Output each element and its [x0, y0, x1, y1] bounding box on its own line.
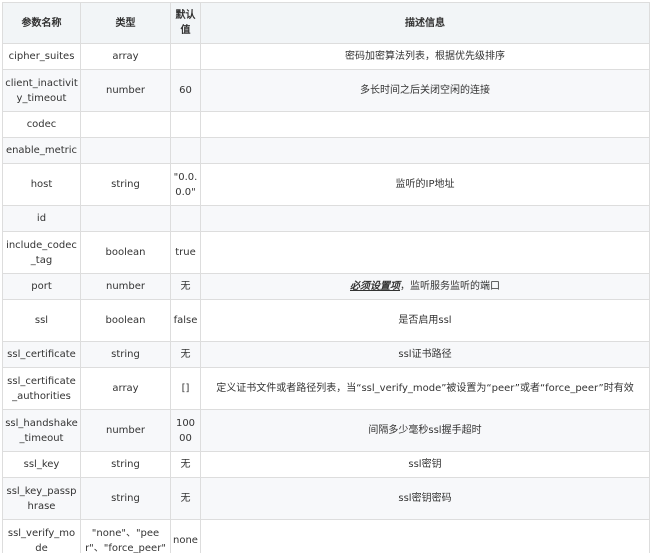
- param-type: "none"、"peer"、"force_peer": [80, 519, 171, 553]
- param-name: ssl_key: [2, 451, 81, 478]
- param-default: [170, 205, 201, 232]
- param-default: "0.0.0.0": [170, 163, 201, 206]
- param-description: [200, 519, 650, 553]
- table-row: cipher_suites array 密码加密算法列表，根据优先级排序: [2, 43, 650, 70]
- param-type: [80, 205, 171, 232]
- param-type: string: [80, 163, 171, 206]
- param-description: [200, 137, 650, 164]
- param-description: ssl密钥: [200, 451, 650, 478]
- param-description: 密码加密算法列表，根据优先级排序: [200, 43, 650, 70]
- param-name: cipher_suites: [2, 43, 81, 70]
- param-default: none: [170, 519, 201, 553]
- param-default: 无: [170, 451, 201, 478]
- table-row: client_inactivity_timeout number 60 多长时间…: [2, 69, 650, 112]
- table-row: ssl_certificate_authorities array [] 定义证…: [2, 367, 650, 410]
- param-name: ssl_certificate_authorities: [2, 367, 81, 410]
- param-description: [200, 231, 650, 274]
- param-name: codec: [2, 111, 81, 138]
- param-type: string: [80, 341, 171, 368]
- param-name: client_inactivity_timeout: [2, 69, 81, 112]
- param-description: ssl证书路径: [200, 341, 650, 368]
- param-default: true: [170, 231, 201, 274]
- table-row: ssl_key_passphrase string 无 ssl密钥密码: [2, 477, 650, 520]
- table-row: id: [2, 205, 650, 232]
- table-row: include_codec_tag boolean true: [2, 231, 650, 274]
- column-header-name: 参数名称: [2, 2, 81, 44]
- param-default: 无: [170, 341, 201, 368]
- header-row: 参数名称 类型 默认值 描述信息: [2, 2, 650, 44]
- param-description: [200, 111, 650, 138]
- table-row: ssl_key string 无 ssl密钥: [2, 451, 650, 478]
- param-type: boolean: [80, 231, 171, 274]
- required-note: 必须设置项: [350, 281, 400, 292]
- param-type: number: [80, 273, 171, 300]
- table-row: ssl boolean false 是否启用ssl: [2, 299, 650, 342]
- param-type: array: [80, 43, 171, 70]
- param-description: [200, 205, 650, 232]
- param-description: ssl密钥密码: [200, 477, 650, 520]
- param-name: host: [2, 163, 81, 206]
- param-default: 60: [170, 69, 201, 112]
- description-text: ，监听服务监听的端口: [400, 281, 500, 292]
- param-name: port: [2, 273, 81, 300]
- table-row: ssl_verify_mode "none"、"peer"、"force_pee…: [2, 519, 650, 553]
- param-default: 无: [170, 273, 201, 300]
- table-header: 参数名称 类型 默认值 描述信息: [2, 2, 650, 44]
- column-header-default: 默认值: [170, 2, 201, 44]
- param-default: false: [170, 299, 201, 342]
- param-description: 间隔多少毫秒ssl握手超时: [200, 409, 650, 452]
- param-type: number: [80, 409, 171, 452]
- param-type: number: [80, 69, 171, 112]
- table-row: ssl_handshake_timeout number 10000 间隔多少毫…: [2, 409, 650, 452]
- table-row: host string "0.0.0.0" 监听的IP地址: [2, 163, 650, 206]
- param-type: string: [80, 451, 171, 478]
- param-name: enable_metric: [2, 137, 81, 164]
- param-type: boolean: [80, 299, 171, 342]
- parameter-table: 参数名称 类型 默认值 描述信息 cipher_suites array 密码加…: [2, 2, 650, 553]
- param-name: include_codec_tag: [2, 231, 81, 274]
- param-description: 多长时间之后关闭空闲的连接: [200, 69, 650, 112]
- param-name: id: [2, 205, 81, 232]
- table-row: enable_metric: [2, 137, 650, 164]
- page: 参数名称 类型 默认值 描述信息 cipher_suites array 密码加…: [0, 0, 650, 553]
- param-default: [170, 43, 201, 70]
- param-default: 无: [170, 477, 201, 520]
- param-name: ssl_key_passphrase: [2, 477, 81, 520]
- param-type: string: [80, 477, 171, 520]
- column-header-type: 类型: [80, 2, 171, 44]
- param-default: [170, 111, 201, 138]
- param-type: array: [80, 367, 171, 410]
- table-row: ssl_certificate string 无 ssl证书路径: [2, 341, 650, 368]
- param-name: ssl: [2, 299, 81, 342]
- param-name: ssl_verify_mode: [2, 519, 81, 553]
- param-type: [80, 137, 171, 164]
- param-default: [170, 137, 201, 164]
- param-type: [80, 111, 171, 138]
- table-body: cipher_suites array 密码加密算法列表，根据优先级排序 cli…: [2, 43, 650, 553]
- param-default: []: [170, 367, 201, 410]
- param-description: 是否启用ssl: [200, 299, 650, 342]
- param-default: 10000: [170, 409, 201, 452]
- table-row: codec: [2, 111, 650, 138]
- table-row: port number 无 必须设置项，监听服务监听的端口: [2, 273, 650, 300]
- param-description: 必须设置项，监听服务监听的端口: [200, 273, 650, 300]
- param-name: ssl_handshake_timeout: [2, 409, 81, 452]
- param-description: 定义证书文件或者路径列表，当“ssl_verify_mode”被设置为“peer…: [200, 367, 650, 410]
- param-description: 监听的IP地址: [200, 163, 650, 206]
- param-name: ssl_certificate: [2, 341, 81, 368]
- column-header-description: 描述信息: [200, 2, 650, 44]
